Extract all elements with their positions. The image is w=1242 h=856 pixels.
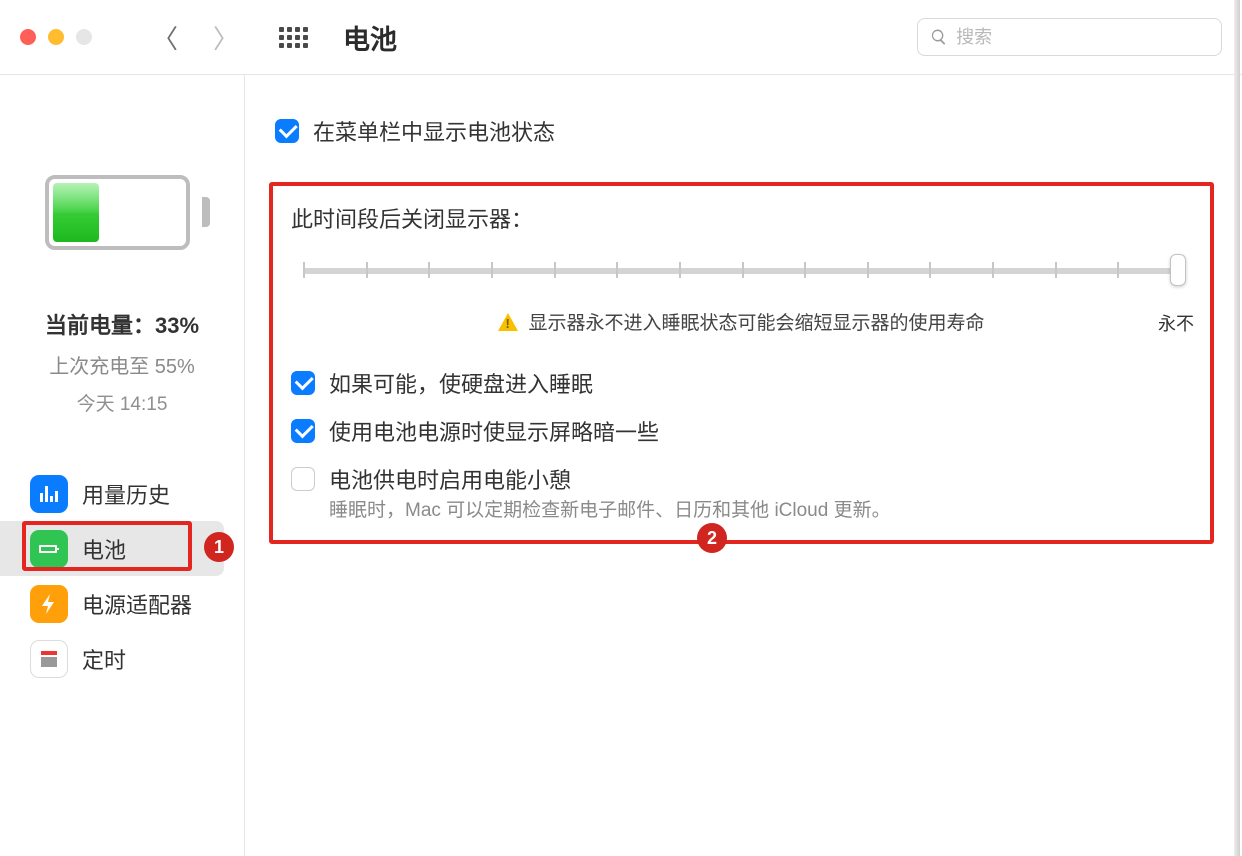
battery-status-icon (45, 175, 200, 250)
annotation-badge-1: 1 (204, 532, 234, 562)
slider-end-label: 永不 (1158, 310, 1194, 336)
battery-charge-info: 当前电量：33% 上次充电至 55% 今天 14:15 (45, 308, 199, 416)
checkbox-dim-display[interactable] (291, 419, 315, 443)
warning-icon (498, 313, 518, 331)
current-level-label: 当前电量： (45, 313, 155, 338)
sidebar-item-label: 用量历史 (82, 478, 170, 510)
all-settings-grid-icon[interactable] (279, 27, 308, 48)
power-adapter-icon (30, 585, 68, 623)
forward-button: 〉 (213, 19, 239, 56)
sidebar-menu: 用量历史 电池 1 电源适配器 定时 (0, 466, 244, 686)
minimize-window-button[interactable] (48, 29, 64, 45)
label-dim-display: 使用电池电源时使显示屏略暗一些 (329, 415, 659, 447)
warning-text: 显示器永不进入睡眠状态可能会缩短显示器的使用寿命 (528, 308, 984, 335)
search-field[interactable] (917, 18, 1222, 56)
sidebar: 当前电量：33% 上次充电至 55% 今天 14:15 用量历史 电池 1 (0, 75, 245, 856)
power-nap-helper-text: 睡眠时，Mac 可以定期检查新电子邮件、日历和其他 iCloud 更新。 (329, 495, 1192, 522)
label-power-nap: 电池供电时启用电能小憩 (329, 463, 571, 495)
close-window-button[interactable] (20, 29, 36, 45)
current-level-value: 33% (155, 313, 199, 338)
window-controls (20, 29, 92, 45)
content-pane: 在菜单栏中显示电池状态 此时间段后关闭显示器： 显示器永不进入睡眠状态可能会缩短… (245, 75, 1242, 856)
search-input[interactable] (956, 27, 1209, 48)
label-show-in-menubar: 在菜单栏中显示电池状态 (313, 115, 555, 147)
sidebar-item-label: 电源适配器 (82, 588, 192, 620)
titlebar: 〈 〉 电池 (0, 0, 1242, 75)
checkbox-hd-sleep[interactable] (291, 371, 315, 395)
last-charge-level: 上次充电至 55% (45, 350, 199, 379)
nav-arrows: 〈 〉 (152, 19, 239, 56)
label-hd-sleep: 如果可能，使硬盘进入睡眠 (329, 367, 593, 399)
search-icon (930, 27, 948, 47)
last-charge-time: 今天 14:15 (45, 389, 199, 416)
sidebar-item-usage-history[interactable]: 用量历史 (0, 466, 224, 521)
sidebar-item-power-adapter[interactable]: 电源适配器 (0, 576, 224, 631)
sidebar-item-schedule[interactable]: 定时 (0, 631, 224, 686)
slider-knob[interactable] (1170, 254, 1186, 286)
window-edge (1234, 0, 1240, 856)
display-off-slider[interactable] (303, 254, 1180, 294)
back-button[interactable]: 〈 (152, 19, 178, 56)
checkbox-power-nap[interactable] (291, 467, 315, 491)
schedule-icon (30, 640, 68, 678)
usage-history-icon (30, 475, 68, 513)
display-off-title: 此时间段后关闭显示器： (291, 202, 1192, 234)
maximize-window-button (76, 29, 92, 45)
annotation-box-2: 此时间段后关闭显示器： 显示器永不进入睡眠状态可能会缩短显示器的使用寿命 永不 … (269, 182, 1214, 544)
sidebar-item-label: 电池 (82, 533, 126, 565)
annotation-badge-2: 2 (697, 523, 727, 553)
battery-icon (30, 530, 68, 568)
page-title: 电池 (343, 18, 397, 57)
sidebar-item-battery[interactable]: 电池 (0, 521, 224, 576)
sidebar-item-label: 定时 (82, 643, 126, 675)
checkbox-show-in-menubar[interactable] (275, 119, 299, 143)
